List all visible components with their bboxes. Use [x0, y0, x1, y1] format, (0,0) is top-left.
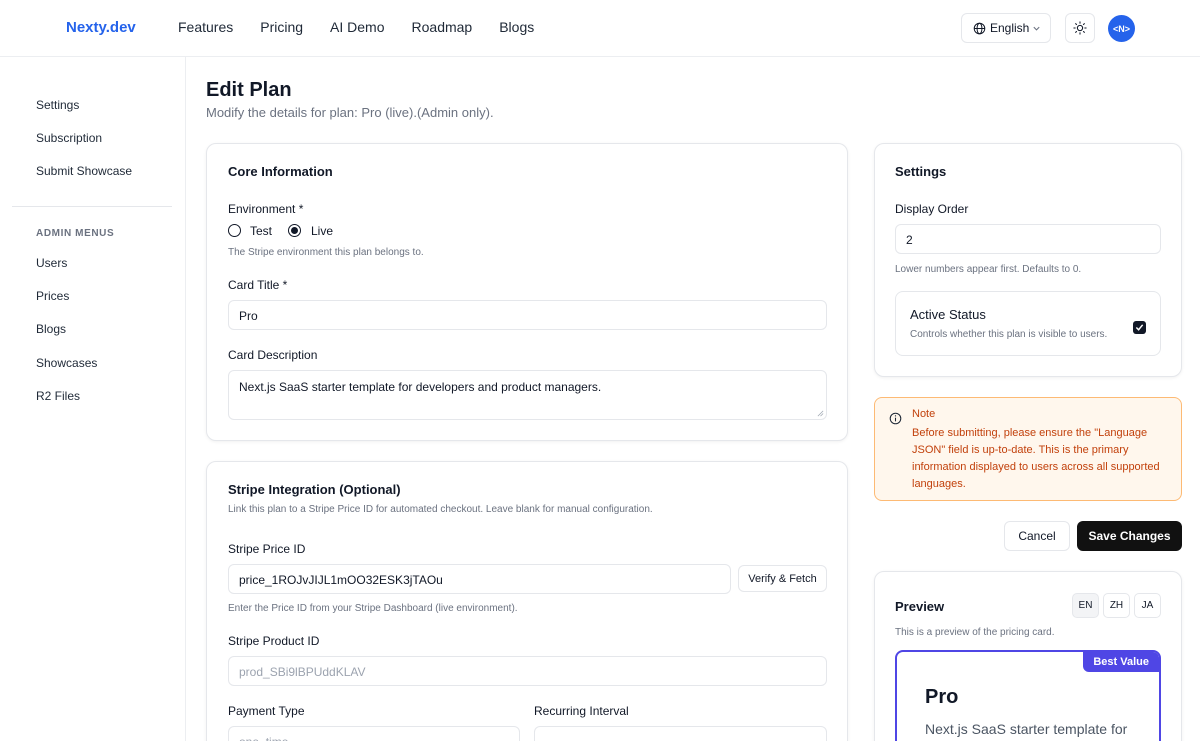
card-title-label: Card Title *	[228, 278, 288, 292]
note-body: Before submitting, please ensure the "La…	[912, 427, 1160, 490]
active-status-box: Active Status Controls whether this plan…	[895, 291, 1161, 356]
sidebar-item-settings[interactable]: Settings	[36, 98, 79, 112]
best-value-badge: Best Value	[1083, 652, 1159, 672]
language-select[interactable]: English	[961, 13, 1051, 43]
sidebar-item-r2-files[interactable]: R2 Files	[36, 389, 80, 403]
nav-features[interactable]: Features	[178, 19, 233, 35]
card-description-label: Card Description	[228, 348, 318, 362]
sidebar-divider	[12, 206, 172, 207]
stripe-product-id-input[interactable]: prod_SBi9lBPUddKLAV	[228, 656, 827, 686]
stripe-product-id-label: Stripe Product ID	[228, 634, 320, 648]
sidebar-item-showcases[interactable]: Showcases	[36, 356, 97, 370]
active-status-checkbox[interactable]	[1133, 321, 1146, 334]
card-description-value: Next.js SaaS starter template for develo…	[239, 380, 602, 394]
language-label: English	[990, 21, 1030, 35]
top-navbar: Nexty.dev Features Pricing AI Demo Roadm…	[0, 0, 1200, 57]
preview-plan-title: Pro	[925, 686, 959, 708]
env-label-live[interactable]: Live	[311, 224, 333, 238]
env-label-test[interactable]: Test	[250, 224, 272, 238]
display-order-help: Lower numbers appear first. Defaults to …	[895, 264, 1082, 275]
nav-roadmap[interactable]: Roadmap	[412, 19, 473, 35]
page-title: Edit Plan	[206, 79, 292, 101]
env-radio-test[interactable]	[228, 224, 241, 237]
stripe-price-id-help: Enter the Price ID from your Stripe Dash…	[228, 603, 518, 614]
main-nav: Features Pricing AI Demo Roadmap Blogs	[178, 19, 561, 35]
stripe-integration-subtitle: Link this plan to a Stripe Price ID for …	[228, 504, 653, 515]
payment-type-label: Payment Type	[228, 704, 305, 718]
payment-type-select[interactable]: one_time	[228, 726, 520, 741]
note-title: Note	[912, 408, 936, 420]
active-status-label: Active Status	[910, 307, 986, 322]
preview-lang-en[interactable]: EN	[1072, 593, 1099, 618]
display-order-label: Display Order	[895, 202, 969, 216]
env-radio-live[interactable]	[288, 224, 301, 237]
nav-blogs[interactable]: Blogs	[499, 19, 534, 35]
sidebar-item-prices[interactable]: Prices	[36, 289, 69, 303]
nav-ai-demo[interactable]: AI Demo	[330, 19, 384, 35]
logo[interactable]: Nexty.dev	[66, 19, 136, 36]
sun-icon	[1073, 21, 1087, 35]
preview-help: This is a preview of the pricing card.	[895, 627, 1055, 638]
pricing-card-preview: Best Value Pro Next.js SaaS starter temp…	[895, 650, 1161, 741]
resize-handle-icon[interactable]	[817, 410, 824, 417]
check-icon	[1135, 324, 1144, 331]
core-information-title: Core Information	[228, 164, 333, 179]
environment-label: Environment *	[228, 202, 304, 216]
preview-lang-zh[interactable]: ZH	[1103, 593, 1130, 618]
recurring-interval-select[interactable]	[534, 726, 827, 741]
globe-icon	[973, 22, 986, 34]
core-information-card: Core Information Environment * Test Live…	[206, 143, 848, 441]
verify-fetch-button[interactable]: Verify & Fetch	[738, 565, 827, 592]
sidebar: Settings Subscription Submit Showcase AD…	[0, 57, 186, 741]
card-title-input[interactable]: Pro	[228, 300, 827, 330]
info-icon	[889, 412, 902, 425]
stripe-integration-card: Stripe Integration (Optional) Link this …	[206, 461, 848, 741]
stripe-integration-title: Stripe Integration (Optional)	[228, 482, 401, 497]
save-changes-button[interactable]: Save Changes	[1077, 521, 1182, 551]
preview-plan-description: Next.js SaaS starter template for	[925, 721, 1128, 737]
active-status-help: Controls whether this plan is visible to…	[910, 329, 1108, 340]
display-order-input[interactable]: 2	[895, 224, 1161, 254]
recurring-interval-label: Recurring Interval	[534, 704, 629, 718]
admin-menus-heading: ADMIN MENUS	[36, 228, 115, 239]
page-subtitle: Modify the details for plan: Pro (live).…	[206, 105, 494, 120]
settings-title: Settings	[895, 164, 947, 179]
cancel-button[interactable]: Cancel	[1004, 521, 1070, 551]
theme-toggle-button[interactable]	[1065, 13, 1095, 43]
stripe-price-id-input[interactable]: price_1ROJvJIJL1mOO32ESK3jTAOu	[228, 564, 731, 594]
chevron-down-icon	[1033, 26, 1040, 31]
sidebar-item-submit-showcase[interactable]: Submit Showcase	[36, 164, 132, 178]
note-alert: Note Before submitting, please ensure th…	[874, 397, 1182, 501]
preview-lang-ja[interactable]: JA	[1134, 593, 1161, 618]
preview-title: Preview	[895, 599, 945, 614]
avatar[interactable]: <N>	[1108, 15, 1135, 42]
environment-help: The Stripe environment this plan belongs…	[228, 247, 424, 258]
sidebar-item-subscription[interactable]: Subscription	[36, 131, 102, 145]
sidebar-item-blogs[interactable]: Blogs	[36, 322, 66, 336]
nav-pricing[interactable]: Pricing	[260, 19, 303, 35]
card-description-textarea[interactable]: Next.js SaaS starter template for develo…	[228, 370, 827, 420]
stripe-price-id-label: Stripe Price ID	[228, 542, 306, 556]
sidebar-item-users[interactable]: Users	[36, 256, 67, 270]
